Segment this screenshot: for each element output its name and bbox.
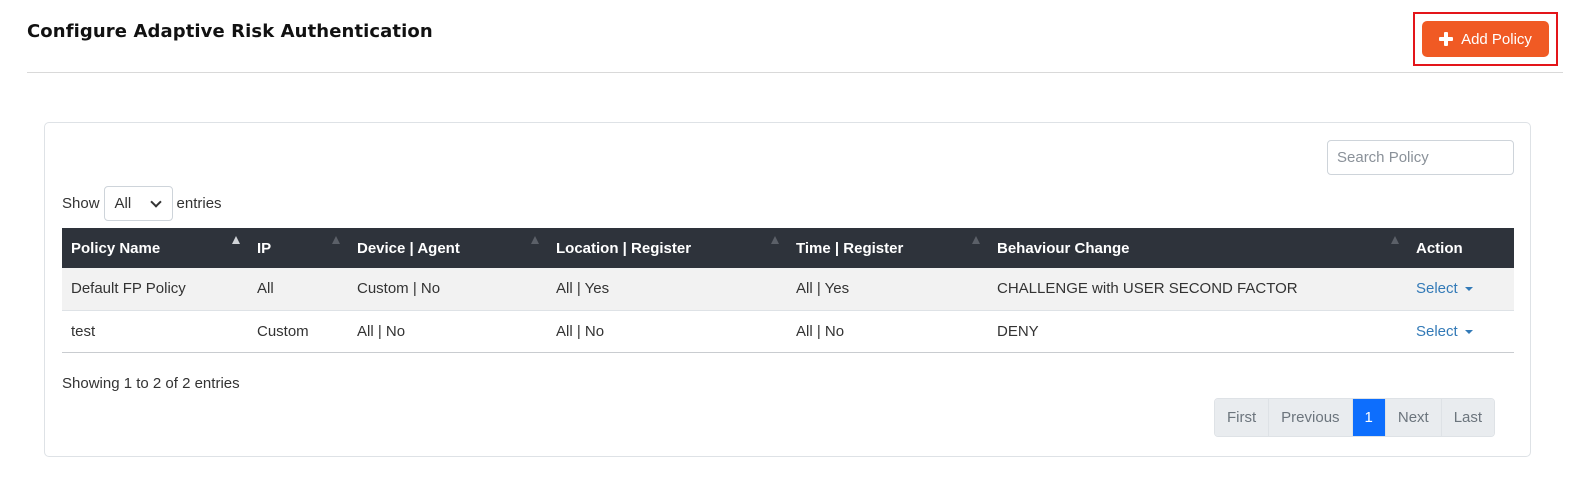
column-header-behaviour-change[interactable]: Behaviour Change (988, 228, 1407, 268)
sort-icon (1391, 236, 1399, 244)
cell-location-register: All | Yes (547, 268, 787, 311)
sort-icon (332, 236, 340, 244)
show-label: Show (62, 195, 100, 212)
search-input[interactable] (1327, 140, 1514, 175)
plus-icon (1439, 32, 1454, 46)
sort-icon (531, 236, 539, 244)
select-action-dropdown[interactable]: Select (1416, 323, 1473, 340)
sort-icon (972, 236, 980, 244)
sort-icon (771, 236, 779, 244)
caret-down-icon (1464, 287, 1473, 292)
chevron-down-icon (149, 195, 162, 208)
column-header-policy-name[interactable]: Policy Name (62, 228, 248, 268)
cell-action: Select (1407, 310, 1514, 353)
pagination-page-1[interactable]: 1 (1352, 399, 1386, 436)
entries-label: entries (176, 195, 222, 212)
add-policy-label: Add Policy (1461, 30, 1532, 48)
sort-asc-icon (232, 236, 240, 244)
entries-select[interactable]: All (103, 186, 173, 221)
column-header-location-register[interactable]: Location | Register (547, 228, 787, 268)
select-action-dropdown[interactable]: Select (1416, 280, 1473, 297)
table-info: Showing 1 to 2 of 2 entries (62, 375, 240, 392)
cell-action: Select (1407, 268, 1514, 311)
caret-down-icon (1464, 329, 1473, 334)
cell-time-register: All | No (787, 310, 988, 353)
cell-behaviour-change: DENY (988, 310, 1407, 353)
cell-ip: Custom (248, 310, 348, 353)
column-header-ip[interactable]: IP (248, 228, 348, 268)
pagination-previous[interactable]: Previous (1269, 399, 1353, 436)
table-header-row: Policy Name IP Device | Agent Location |… (62, 228, 1514, 268)
page: Configure Adaptive Risk Authentication A… (0, 0, 1586, 487)
cell-ip: All (248, 268, 348, 311)
add-policy-button[interactable]: Add Policy (1422, 21, 1549, 57)
policy-table: Policy Name IP Device | Agent Location |… (62, 228, 1514, 353)
length-menu: Show All entries (62, 186, 222, 221)
cell-policy-name: Default FP Policy (62, 268, 248, 311)
entries-select-value: All (114, 195, 132, 212)
pagination-last[interactable]: Last (1441, 399, 1495, 436)
cell-device-agent: Custom | No (348, 268, 547, 311)
column-header-time-register[interactable]: Time | Register (787, 228, 988, 268)
table-row: test Custom All | No All | No All | No D… (62, 310, 1514, 353)
cell-location-register: All | No (547, 310, 787, 353)
column-header-device-agent[interactable]: Device | Agent (348, 228, 547, 268)
pagination: First Previous 1 Next Last (1214, 398, 1496, 437)
column-header-action: Action (1407, 228, 1514, 268)
cell-device-agent: All | No (348, 310, 547, 353)
cell-behaviour-change: CHALLENGE with USER SECOND FACTOR (988, 268, 1407, 311)
cell-policy-name: test (62, 310, 248, 353)
cell-time-register: All | Yes (787, 268, 988, 311)
page-title: Configure Adaptive Risk Authentication (27, 21, 433, 42)
pagination-next[interactable]: Next (1385, 399, 1442, 436)
pagination-first[interactable]: First (1215, 399, 1270, 436)
table-row: Default FP Policy All Custom | No All | … (62, 268, 1514, 311)
policy-card: Show All entries Policy Name (44, 122, 1531, 457)
header-divider (27, 72, 1563, 73)
